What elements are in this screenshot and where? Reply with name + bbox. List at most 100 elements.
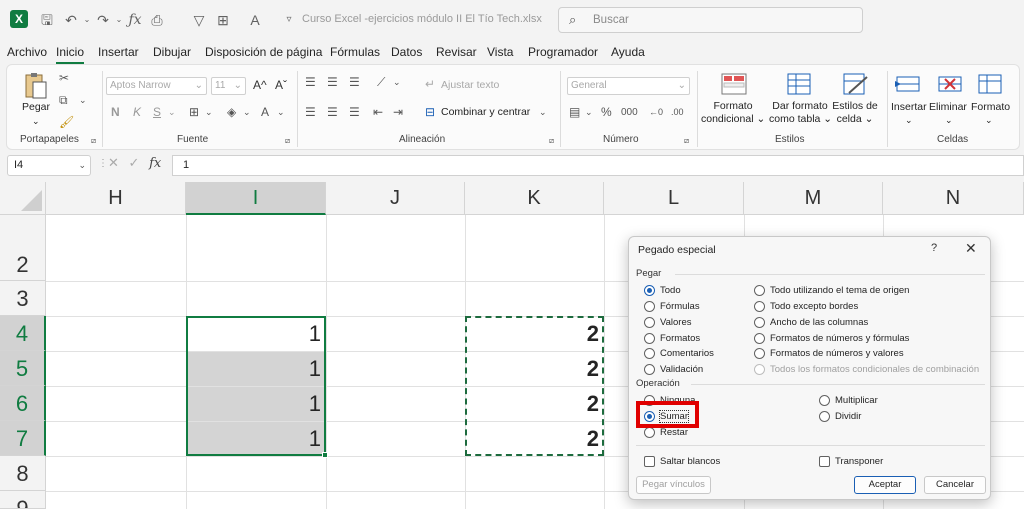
column-header-j[interactable]: J xyxy=(326,182,465,215)
fill-color-icon[interactable]: ◈ xyxy=(227,105,236,119)
merge-center-icon[interactable]: ⊟ xyxy=(425,105,435,119)
fill-handle[interactable] xyxy=(322,452,328,458)
decrease-indent-icon[interactable]: ⇤ xyxy=(373,105,383,119)
column-header-k[interactable]: K xyxy=(465,182,604,215)
tab-archivo[interactable]: Archivo xyxy=(7,45,47,59)
align-middle-icon[interactable]: ☰ xyxy=(327,75,338,89)
column-header-n[interactable]: N xyxy=(883,182,1024,215)
paste-icon[interactable] xyxy=(23,71,49,99)
merge-dropdown-icon[interactable]: ⌄ xyxy=(539,105,547,119)
increase-decimal-icon[interactable]: ←0 xyxy=(649,105,663,119)
column-header-h[interactable]: H xyxy=(46,182,186,215)
font-launcher-icon[interactable]: ⧄ xyxy=(285,134,290,148)
row-header-2[interactable]: 2 xyxy=(0,215,46,281)
borders-dropdown-icon[interactable]: ⌄ xyxy=(205,105,213,119)
alignment-launcher-icon[interactable]: ⧄ xyxy=(549,134,554,148)
wrap-text-icon[interactable]: ↵ xyxy=(425,77,435,91)
fill-dropdown-icon[interactable]: ⌄ xyxy=(243,105,251,119)
font-name-select[interactable]: Aptos Narrow ⌄ xyxy=(106,77,207,95)
row-header-7[interactable]: 7 xyxy=(0,421,46,456)
bold-button[interactable]: N xyxy=(111,105,120,119)
orientation-icon[interactable]: ⟋ xyxy=(377,75,385,89)
select-all-corner[interactable] xyxy=(0,182,46,215)
help-button[interactable]: ? xyxy=(931,242,937,254)
tab-inicio[interactable]: Inicio xyxy=(56,45,84,59)
table-format-icon[interactable] xyxy=(787,73,813,97)
delete-cells-icon[interactable] xyxy=(937,73,963,97)
grow-font-icon[interactable]: A^ xyxy=(253,78,267,92)
clipboard-launcher-icon[interactable]: ⧄ xyxy=(91,134,96,148)
align-top-icon[interactable]: ☰ xyxy=(305,75,316,89)
font-color-dropdown-icon[interactable]: ⌄ xyxy=(277,105,285,119)
cell-styles-button[interactable]: Estilos de celda ⌄ xyxy=(831,100,879,126)
align-bottom-icon[interactable]: ☰ xyxy=(349,75,360,89)
comma-style-button[interactable]: 000 xyxy=(621,106,638,120)
tab-insertar[interactable]: Insertar xyxy=(98,45,139,59)
save-icon[interactable]: 🖫 xyxy=(38,11,56,29)
tab-datos[interactable]: Datos xyxy=(391,45,422,59)
cell-styles-icon[interactable] xyxy=(843,73,869,97)
decrease-decimal-icon[interactable]: .00 xyxy=(671,105,684,119)
conditional-format-button[interactable]: Formato condicional ⌄ xyxy=(701,100,765,126)
underline-button[interactable]: S xyxy=(153,105,161,119)
tab-dibujar[interactable]: Dibujar xyxy=(153,45,191,59)
paste-button[interactable]: Pegar xyxy=(22,101,50,114)
row-header-8[interactable]: 8 xyxy=(0,456,46,491)
accounting-dropdown-icon[interactable]: ⌄ xyxy=(585,105,593,119)
name-box[interactable]: I4 ⌄ xyxy=(7,155,91,176)
number-launcher-icon[interactable]: ⧄ xyxy=(684,134,689,148)
tab-revisar[interactable]: Revisar xyxy=(436,45,477,59)
shrink-font-icon[interactable]: Aˇ xyxy=(275,78,287,92)
insert-dropdown-icon[interactable]: ⌄ xyxy=(905,114,913,127)
insert-function-button[interactable]: fx xyxy=(149,156,161,171)
paste-links-button[interactable]: Pegar vínculos xyxy=(636,476,711,494)
copy-dropdown-icon[interactable]: ⌄ xyxy=(79,93,87,107)
row-header-5[interactable]: 5 xyxy=(0,351,46,386)
number-format-select[interactable]: General ⌄ xyxy=(567,77,690,95)
ok-button[interactable]: Aceptar xyxy=(854,476,916,494)
format-button[interactable]: Formato xyxy=(971,101,1010,114)
align-left-icon[interactable]: ☰ xyxy=(305,105,316,119)
align-center-icon[interactable]: ☰ xyxy=(327,105,338,119)
search-input[interactable]: ⌕ Buscar xyxy=(558,7,863,33)
wrap-text-button[interactable]: Ajustar texto xyxy=(441,79,499,91)
close-button[interactable]: ✕ xyxy=(965,240,977,257)
format-cells-icon[interactable] xyxy=(977,73,1003,97)
insert-function-icon[interactable]: ƒx xyxy=(126,11,144,29)
camera-icon[interactable]: ⎙ xyxy=(148,11,166,29)
borders-icon[interactable]: ⊞ xyxy=(214,11,232,29)
font-size-select[interactable]: 11 ⌄ xyxy=(211,77,246,95)
accounting-format-icon[interactable]: ▤ xyxy=(569,105,580,119)
customize-toolbar-icon[interactable]: ▿ xyxy=(280,11,298,29)
tab-vista[interactable]: Vista xyxy=(487,45,513,59)
row-header-4[interactable]: 4 xyxy=(0,316,46,351)
increase-indent-icon[interactable]: ⇥ xyxy=(393,105,403,119)
cancel-button[interactable]: Cancelar xyxy=(924,476,986,494)
tab-programador[interactable]: Programador xyxy=(528,45,598,59)
font-color-icon[interactable]: A xyxy=(261,105,269,119)
row-header-9[interactable]: 9 xyxy=(0,491,46,509)
align-right-icon[interactable]: ☰ xyxy=(349,105,360,119)
enter-icon[interactable]: ✓ xyxy=(129,155,140,170)
italic-button[interactable]: K xyxy=(133,105,141,119)
paste-dropdown-icon[interactable]: ⌄ xyxy=(32,115,40,128)
delete-button[interactable]: Eliminar xyxy=(929,101,967,114)
row-header-6[interactable]: 6 xyxy=(0,386,46,421)
conditional-format-icon[interactable] xyxy=(721,73,747,97)
format-dropdown-icon[interactable]: ⌄ xyxy=(985,114,993,127)
percent-button[interactable]: % xyxy=(601,105,612,119)
filter-icon[interactable]: ▽ xyxy=(190,11,208,29)
formula-input[interactable]: 1 xyxy=(172,155,1024,176)
tab-formulas[interactable]: Fórmulas xyxy=(330,45,380,59)
orientation-dropdown-icon[interactable]: ⌄ xyxy=(393,75,401,89)
copy-icon[interactable]: ⧉ xyxy=(59,93,68,107)
cancel-icon[interactable]: ✕ xyxy=(108,155,119,170)
merge-center-button[interactable]: Combinar y centrar xyxy=(441,106,530,119)
cut-icon[interactable]: ✂ xyxy=(59,71,69,85)
column-header-i[interactable]: I xyxy=(186,182,326,215)
column-header-m[interactable]: M xyxy=(744,182,883,215)
tab-ayuda[interactable]: Ayuda xyxy=(611,45,645,59)
underline-dropdown-icon[interactable]: ⌄ xyxy=(168,105,176,119)
row-header-3[interactable]: 3 xyxy=(0,281,46,316)
delete-dropdown-icon[interactable]: ⌄ xyxy=(945,114,953,127)
